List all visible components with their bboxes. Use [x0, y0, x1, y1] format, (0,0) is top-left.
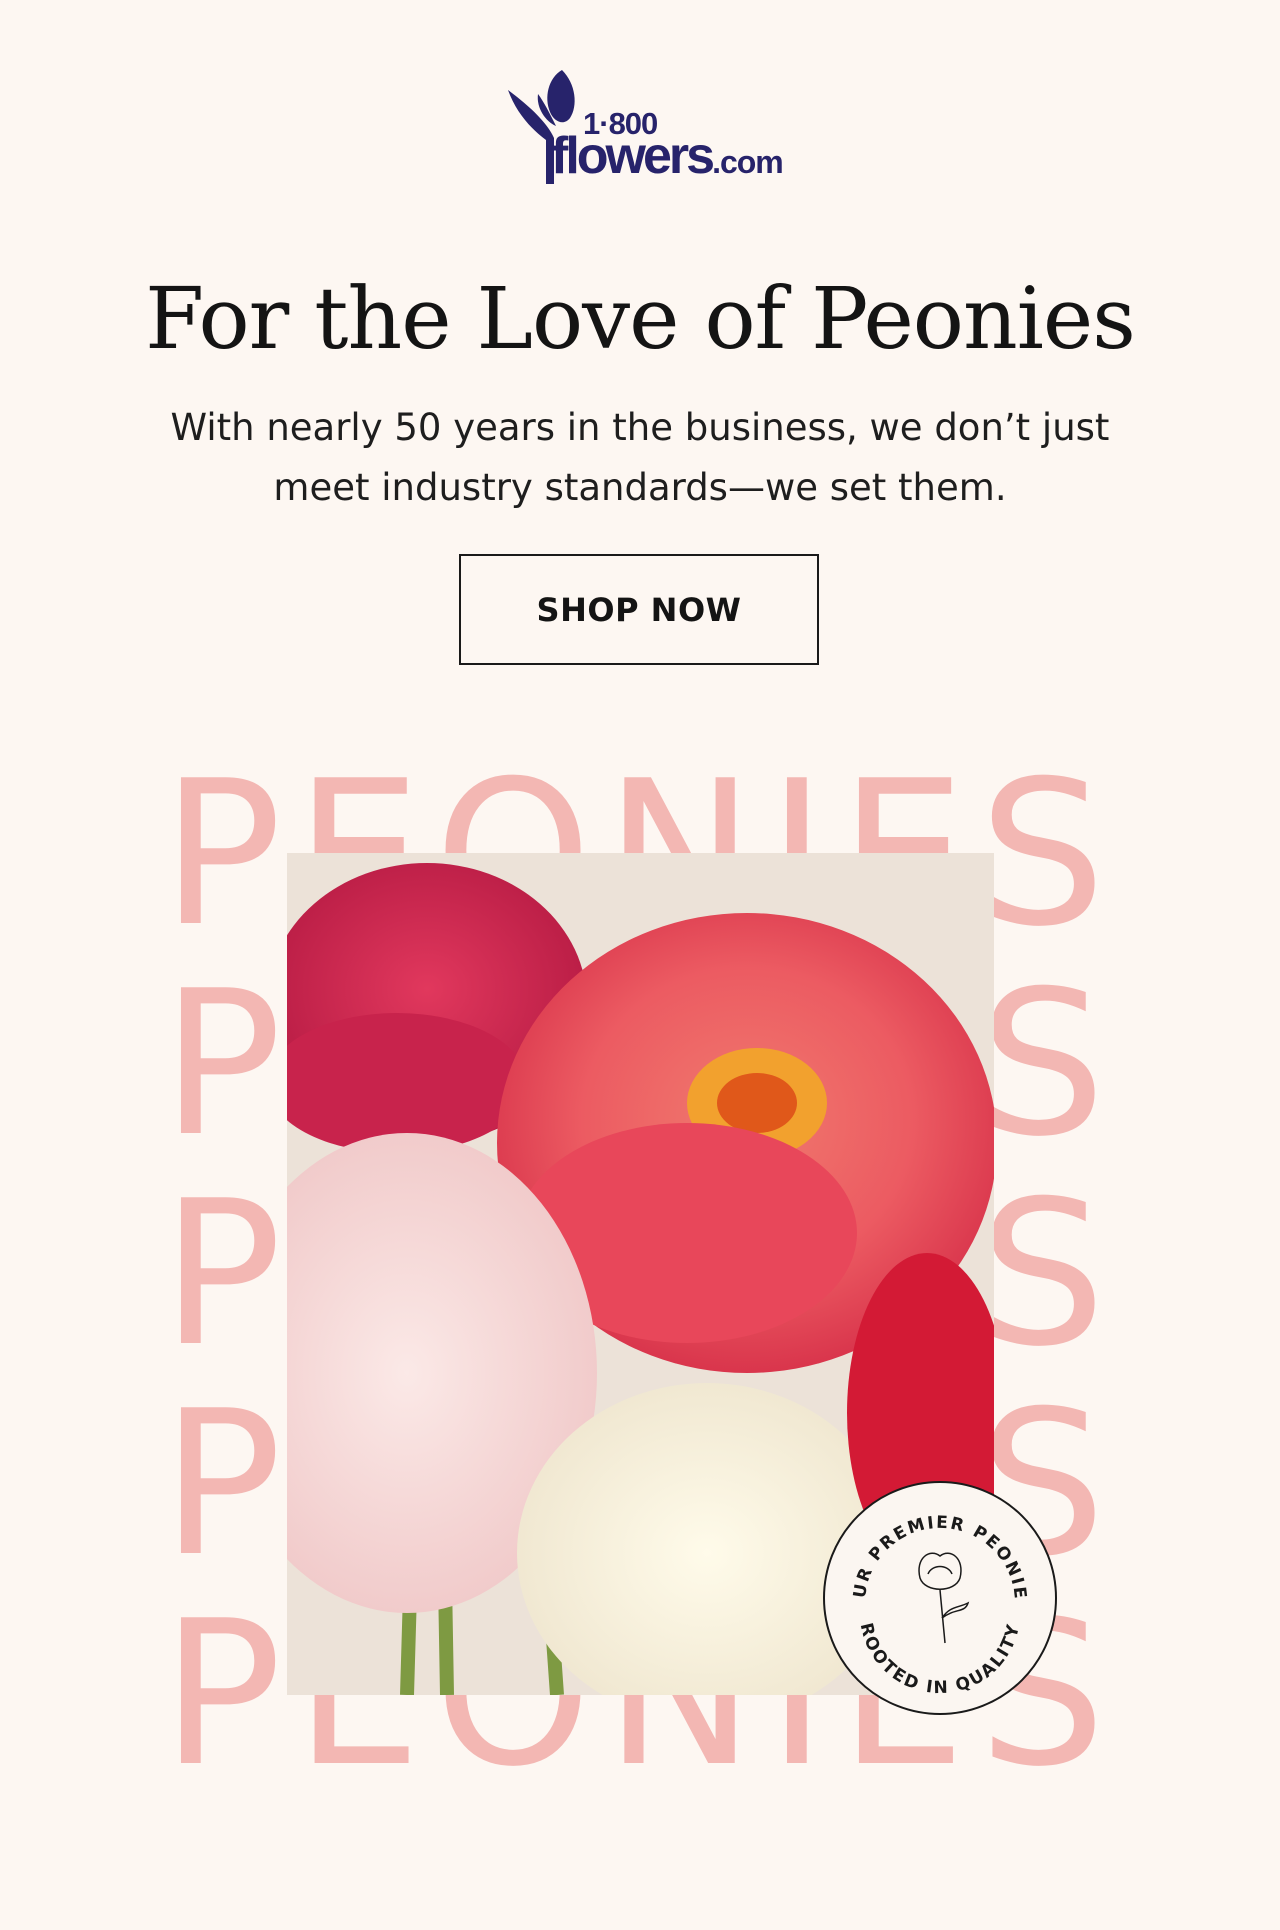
premier-peonies-seal: OUR PREMIER PEONIES ROOTED IN QUALITY	[820, 1478, 1060, 1718]
